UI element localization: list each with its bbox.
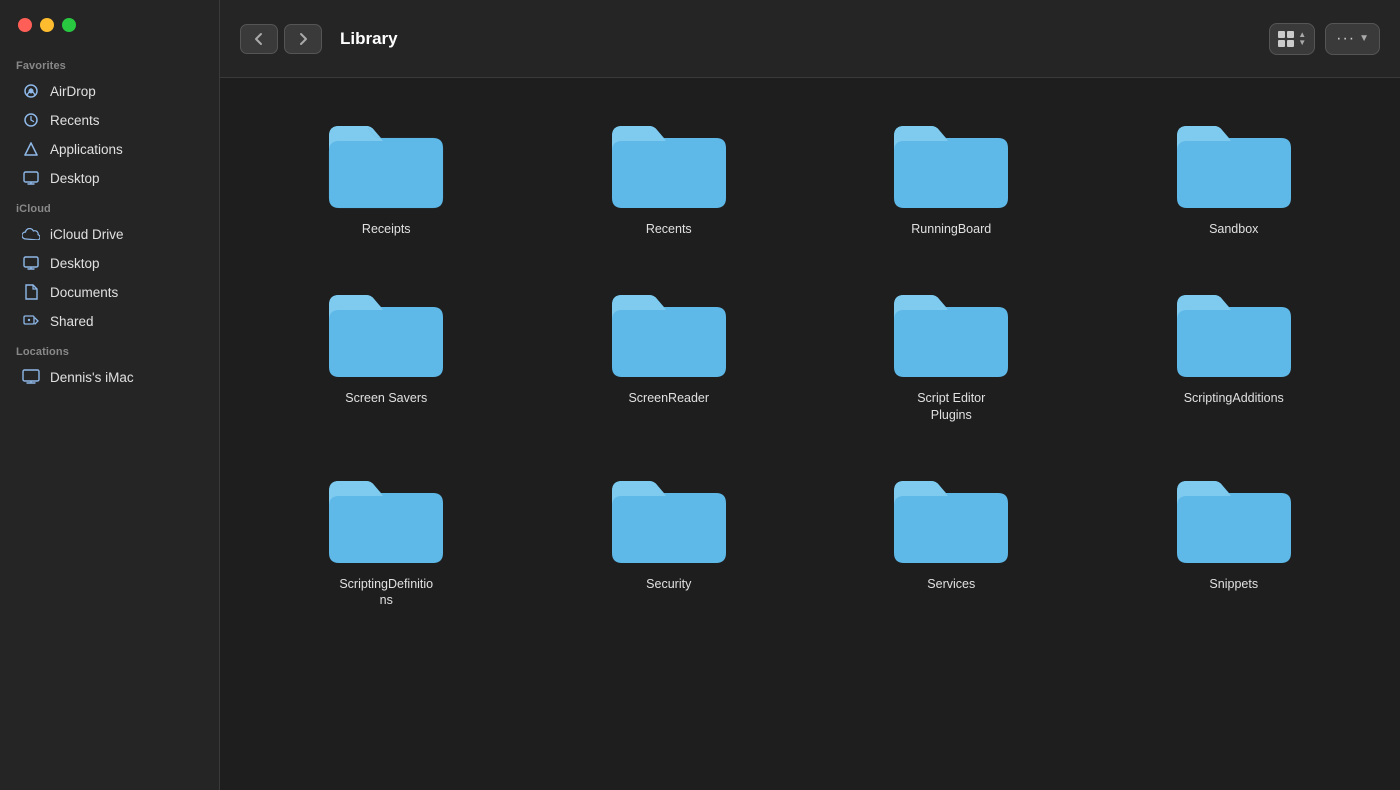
sidebar-item-documents[interactable]: Documents xyxy=(6,278,213,306)
favorites-label: Favorites xyxy=(0,50,219,76)
fullscreen-button[interactable] xyxy=(62,18,76,32)
sidebar-item-airdrop[interactable]: AirDrop xyxy=(6,77,213,105)
icloud-drive-label: iCloud Drive xyxy=(50,227,124,242)
close-button[interactable] xyxy=(18,18,32,32)
folder-scripting-additions-icon xyxy=(1169,277,1299,382)
view-toggle-arrows: ▲ ▼ xyxy=(1298,31,1306,47)
folder-screen-savers[interactable]: Screen Savers xyxy=(250,267,523,433)
folder-receipts[interactable]: Receipts xyxy=(250,98,523,247)
folder-runningboard-icon xyxy=(886,108,1016,213)
favorites-section: Favorites AirDrop Recents xyxy=(0,50,219,193)
folder-security-label: Security xyxy=(646,576,691,592)
airdrop-label: AirDrop xyxy=(50,84,96,99)
folder-security[interactable]: Security xyxy=(533,453,806,619)
icloud-section: iCloud iCloud Drive Desktop xyxy=(0,193,219,336)
sidebar: Favorites AirDrop Recents xyxy=(0,0,220,790)
toolbar: Library ▲ ▼ ··· ▼ xyxy=(220,0,1400,78)
locations-section: Locations Dennis's iMac xyxy=(0,336,219,392)
folder-security-icon xyxy=(604,463,734,568)
applications-label: Applications xyxy=(50,142,123,157)
icloud-desktop-label: Desktop xyxy=(50,256,100,271)
airdrop-icon xyxy=(22,82,40,100)
main-content: Library ▲ ▼ ··· ▼ xyxy=(220,0,1400,790)
folder-sandbox-label: Sandbox xyxy=(1209,221,1258,237)
folder-runningboard[interactable]: RunningBoard xyxy=(815,98,1088,247)
sidebar-item-desktop[interactable]: Desktop xyxy=(6,164,213,192)
folder-snippets[interactable]: Snippets xyxy=(1098,453,1371,619)
folder-screen-savers-icon xyxy=(321,277,451,382)
folder-script-editor-plugins-icon xyxy=(886,277,1016,382)
dennis-imac-label: Dennis's iMac xyxy=(50,370,134,385)
more-actions-button[interactable]: ··· ▼ xyxy=(1325,23,1380,55)
folder-scripting-definitio[interactable]: ScriptingDefinitio ns xyxy=(250,453,523,619)
folder-recents-icon xyxy=(604,108,734,213)
folder-services[interactable]: Services xyxy=(815,453,1088,619)
recents-label: Recents xyxy=(50,113,100,128)
toolbar-right: ▲ ▼ ··· ▼ xyxy=(1269,23,1380,55)
folder-snippets-label: Snippets xyxy=(1209,576,1258,592)
folder-screen-savers-label: Screen Savers xyxy=(345,390,427,406)
folder-runningboard-label: RunningBoard xyxy=(911,221,991,237)
sidebar-item-shared[interactable]: Shared xyxy=(6,307,213,335)
folder-grid: Receipts Recents Runni xyxy=(250,98,1370,618)
folder-script-editor-plugins-label: Script Editor Plugins xyxy=(917,390,985,423)
folder-screenreader-label: ScreenReader xyxy=(628,390,709,406)
folder-screenreader[interactable]: ScreenReader xyxy=(533,267,806,433)
desktop-label: Desktop xyxy=(50,171,100,186)
content-area: Receipts Recents Runni xyxy=(220,78,1400,790)
view-toggle-button[interactable]: ▲ ▼ xyxy=(1269,23,1315,55)
sidebar-item-recents[interactable]: Recents xyxy=(6,106,213,134)
folder-script-editor-plugins[interactable]: Script Editor Plugins xyxy=(815,267,1088,433)
folder-scripting-additions[interactable]: ScriptingAdditions xyxy=(1098,267,1371,433)
folder-services-icon xyxy=(886,463,1016,568)
folder-scripting-definitio-icon xyxy=(321,463,451,568)
traffic-lights xyxy=(18,18,76,32)
desktop-icon xyxy=(22,169,40,187)
folder-snippets-icon xyxy=(1169,463,1299,568)
minimize-button[interactable] xyxy=(40,18,54,32)
ellipsis-icon: ··· xyxy=(1336,30,1355,48)
folder-recents[interactable]: Recents xyxy=(533,98,806,247)
toolbar-title: Library xyxy=(340,29,1257,49)
shared-icon xyxy=(22,312,40,330)
icloud-label: iCloud xyxy=(0,193,219,219)
applications-icon xyxy=(22,140,40,158)
sidebar-item-icloud-desktop[interactable]: Desktop xyxy=(6,249,213,277)
nav-buttons xyxy=(240,24,322,54)
sidebar-item-applications[interactable]: Applications xyxy=(6,135,213,163)
icloud-drive-icon xyxy=(22,225,40,243)
action-arrow: ▼ xyxy=(1359,33,1369,44)
folder-receipts-icon xyxy=(321,108,451,213)
folder-screenreader-icon xyxy=(604,277,734,382)
folder-scripting-definitio-label: ScriptingDefinitio ns xyxy=(339,576,433,609)
sidebar-item-dennis-imac[interactable]: Dennis's iMac xyxy=(6,363,213,391)
folder-sandbox[interactable]: Sandbox xyxy=(1098,98,1371,247)
grid-icon xyxy=(1278,31,1294,47)
recents-icon xyxy=(22,111,40,129)
documents-label: Documents xyxy=(50,285,118,300)
folder-scripting-additions-label: ScriptingAdditions xyxy=(1184,390,1284,406)
icloud-desktop-icon xyxy=(22,254,40,272)
documents-icon xyxy=(22,283,40,301)
folder-sandbox-icon xyxy=(1169,108,1299,213)
imac-icon xyxy=(22,368,40,386)
folder-receipts-label: Receipts xyxy=(362,221,411,237)
sidebar-item-icloud-drive[interactable]: iCloud Drive xyxy=(6,220,213,248)
folder-services-label: Services xyxy=(927,576,975,592)
folder-recents-label: Recents xyxy=(646,221,692,237)
back-button[interactable] xyxy=(240,24,278,54)
locations-label: Locations xyxy=(0,336,219,362)
shared-label: Shared xyxy=(50,314,94,329)
forward-button[interactable] xyxy=(284,24,322,54)
